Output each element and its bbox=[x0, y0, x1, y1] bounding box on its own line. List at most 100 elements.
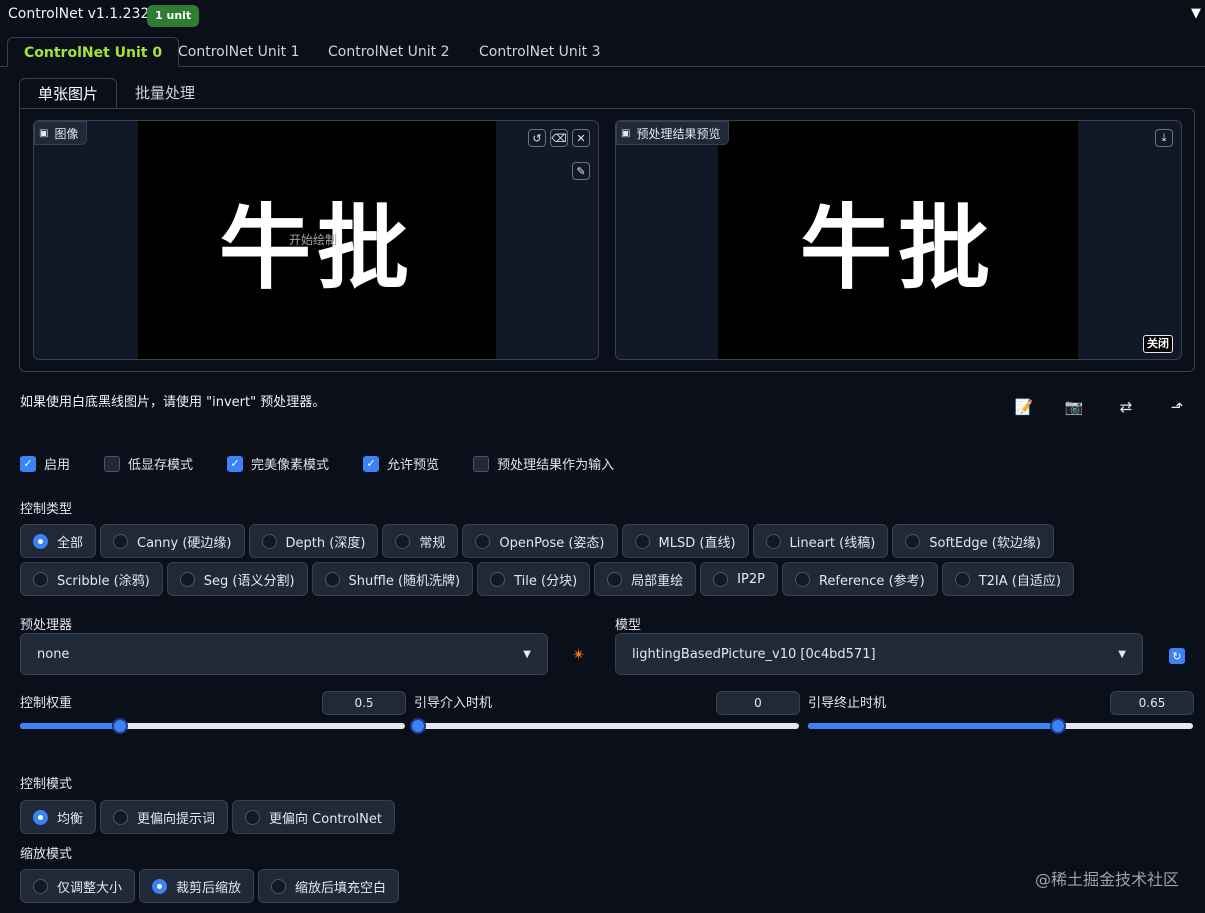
control-mode-controlnet[interactable]: 更偏向 ControlNet bbox=[232, 800, 395, 834]
control-type-seg[interactable]: Seg (语义分割) bbox=[166, 562, 308, 596]
model-select[interactable]: lightingBasedPicture_v10 [0c4bd571] ▼ bbox=[615, 633, 1143, 675]
radio-icon[interactable] bbox=[271, 878, 287, 894]
control-weight-input[interactable]: 0.5 bbox=[322, 691, 406, 715]
controlnet-title[interactable]: ControlNet v1.1.232 bbox=[8, 6, 149, 22]
radio-icon[interactable] bbox=[765, 533, 781, 549]
control-type-softedge[interactable]: SoftEdge (软边缘) bbox=[892, 524, 1054, 558]
guidance-end-slider[interactable] bbox=[808, 718, 1193, 734]
tab-unit-0[interactable]: ControlNet Unit 0 bbox=[7, 37, 180, 67]
radio-icon[interactable] bbox=[33, 878, 48, 894]
control-type-reference[interactable]: Reference (参考) bbox=[781, 562, 938, 596]
radio-label: 更偏向提示词 bbox=[137, 811, 216, 827]
image-input-label: ▣ 图像 bbox=[34, 121, 88, 145]
guidance-end-input[interactable]: 0.65 bbox=[1110, 691, 1194, 715]
guidance-start-input[interactable]: 0 bbox=[716, 691, 800, 715]
image-icon: ▣ bbox=[39, 127, 49, 139]
check-icon[interactable]: ✓ bbox=[20, 455, 36, 472]
radio-icon[interactable] bbox=[33, 809, 48, 825]
radio-icon[interactable] bbox=[33, 533, 48, 549]
control-type-t2ia[interactable]: T2IA (自适应) bbox=[941, 562, 1074, 596]
control-type-depth[interactable]: Depth (深度) bbox=[248, 524, 379, 558]
radio-icon[interactable] bbox=[954, 571, 970, 587]
radio-label: T2IA (自适应) bbox=[978, 573, 1061, 589]
allow-preview-label: 允许预览 bbox=[387, 458, 440, 473]
option-checkboxes: ✓ 启用 低显存模式 ✓ 完美像素模式 ✓ 允许预览 预处理结果作为输入 bbox=[20, 454, 648, 473]
resize-mode-crop-resize[interactable]: 裁剪后缩放 bbox=[139, 869, 255, 903]
radio-icon[interactable] bbox=[713, 571, 729, 587]
control-type-scribble[interactable]: Scribble (涂鸦) bbox=[20, 562, 163, 596]
control-mode-prompt[interactable]: 更偏向提示词 bbox=[100, 800, 229, 834]
edit-notepad-icon[interactable]: 📝 bbox=[1012, 398, 1036, 420]
eraser-icon[interactable]: ⌫ bbox=[550, 129, 568, 147]
check-icon[interactable]: ✓ bbox=[227, 455, 244, 472]
resize-mode-just-resize[interactable]: 仅调整大小 bbox=[20, 869, 136, 903]
radio-icon[interactable] bbox=[113, 809, 129, 825]
close-preview-button[interactable]: 关闭 bbox=[1143, 335, 1173, 353]
collapse-triangle-icon[interactable]: ▼ bbox=[1191, 6, 1201, 21]
check-icon[interactable]: ✓ bbox=[363, 455, 380, 472]
preview-as-input-checkbox[interactable]: 预处理结果作为输入 bbox=[473, 454, 614, 473]
control-mode-balanced[interactable]: 均衡 bbox=[20, 800, 97, 834]
tab-single-image[interactable]: 单张图片 bbox=[19, 78, 118, 109]
radio-icon[interactable] bbox=[113, 533, 129, 549]
tab-batch[interactable]: 批量处理 bbox=[117, 78, 213, 109]
preprocessor-select[interactable]: none ▼ bbox=[20, 633, 548, 675]
pixel-perfect-label: 完美像素模式 bbox=[251, 458, 330, 473]
brush-icon[interactable]: ✎ bbox=[572, 162, 590, 180]
control-type-shuffle[interactable]: Shuffle (随机洗牌) bbox=[311, 562, 474, 596]
control-weight-slider[interactable] bbox=[20, 718, 405, 734]
lowvram-checkbox[interactable]: 低显存模式 bbox=[104, 454, 193, 473]
radio-icon[interactable] bbox=[245, 809, 261, 825]
preview-label: ▣ 预处理结果预览 bbox=[616, 121, 730, 145]
checkbox-box[interactable] bbox=[473, 455, 490, 472]
radio-icon[interactable] bbox=[33, 571, 48, 587]
camera-icon[interactable]: 📷 bbox=[1062, 398, 1086, 420]
close-icon[interactable]: ✕ bbox=[572, 129, 590, 147]
download-icon[interactable]: ⤓ bbox=[1155, 129, 1173, 147]
image-input-panel[interactable]: ▣ 图像 牛批 开始绘制 ↺ ⌫ ✕ ✎ bbox=[33, 120, 599, 360]
radio-icon[interactable] bbox=[261, 533, 277, 549]
radio-icon[interactable] bbox=[395, 533, 411, 549]
radio-icon[interactable] bbox=[179, 571, 195, 587]
radio-icon[interactable] bbox=[475, 533, 491, 549]
pixel-perfect-checkbox[interactable]: ✓ 完美像素模式 bbox=[227, 454, 329, 473]
control-type-normal[interactable]: 常规 bbox=[382, 524, 459, 558]
allow-preview-checkbox[interactable]: ✓ 允许预览 bbox=[363, 454, 439, 473]
run-preprocessor-explosion-icon[interactable]: ✴ bbox=[572, 645, 585, 664]
control-type-all[interactable]: 全部 bbox=[20, 524, 97, 558]
control-type-lineart[interactable]: Lineart (线稿) bbox=[752, 524, 889, 558]
radio-icon[interactable] bbox=[490, 571, 506, 587]
swap-arrows-icon[interactable]: ⇄ bbox=[1114, 398, 1138, 420]
control-type-radios: 全部 Canny (硬边缘) Depth (深度) 常规 OpenPose (姿… bbox=[20, 524, 1160, 596]
radio-icon[interactable] bbox=[152, 878, 168, 894]
control-type-mlsd[interactable]: MLSD (直线) bbox=[621, 524, 749, 558]
tab-unit-3[interactable]: ControlNet Unit 3 bbox=[463, 37, 617, 67]
control-type-inpaint[interactable]: 局部重绘 bbox=[594, 562, 697, 596]
slider-thumb[interactable] bbox=[410, 718, 426, 734]
control-type-tile[interactable]: Tile (分块) bbox=[477, 562, 591, 596]
radio-icon[interactable] bbox=[905, 533, 921, 549]
undo-icon[interactable]: ↺ bbox=[528, 129, 546, 147]
radio-label: Tile (分块) bbox=[514, 573, 578, 589]
invert-info-text: 如果使用白底黑线图片，请使用 "invert" 预处理器。 bbox=[20, 395, 326, 410]
tab-unit-2[interactable]: ControlNet Unit 2 bbox=[312, 37, 466, 67]
unit-tabbar: ControlNet Unit 0 ControlNet Unit 1 Cont… bbox=[0, 37, 1205, 67]
radio-icon[interactable] bbox=[634, 533, 650, 549]
resize-mode-fill[interactable]: 缩放后填充空白 bbox=[258, 869, 400, 903]
slider-thumb[interactable] bbox=[1050, 718, 1067, 734]
refresh-icon[interactable]: ↻ bbox=[1169, 648, 1185, 664]
guidance-start-slider[interactable] bbox=[410, 718, 799, 734]
model-label: 模型 bbox=[615, 618, 642, 633]
control-type-canny[interactable]: Canny (硬边缘) bbox=[100, 524, 245, 558]
radio-icon[interactable] bbox=[607, 571, 623, 587]
send-dimensions-icon[interactable]: ⬏ bbox=[1165, 398, 1189, 420]
radio-icon[interactable] bbox=[324, 571, 340, 587]
control-type-openpose[interactable]: OpenPose (姿态) bbox=[462, 524, 618, 558]
slider-fill bbox=[20, 723, 121, 729]
slider-thumb[interactable] bbox=[112, 718, 129, 734]
radio-icon[interactable] bbox=[794, 571, 810, 587]
control-type-ip2p[interactable]: IP2P bbox=[700, 562, 778, 596]
enable-checkbox[interactable]: ✓ 启用 bbox=[20, 454, 70, 473]
checkbox-box[interactable] bbox=[104, 455, 121, 472]
tab-unit-1[interactable]: ControlNet Unit 1 bbox=[162, 37, 316, 67]
